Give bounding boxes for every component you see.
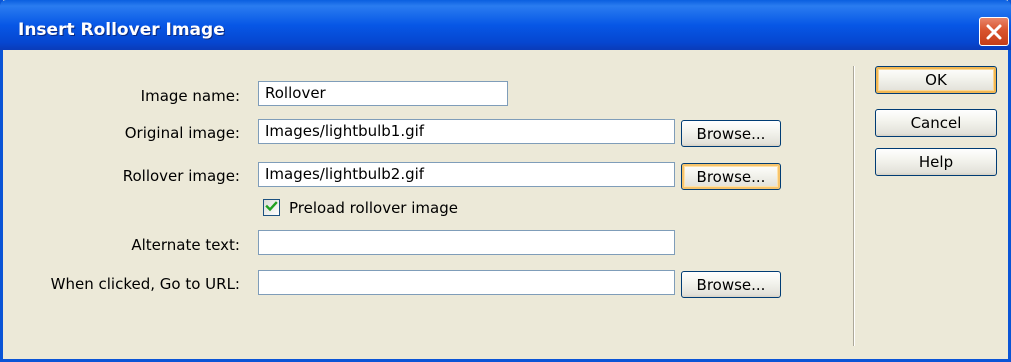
dialog-title: Insert Rollover Image <box>18 20 225 40</box>
alternate-text-label: Alternate text: <box>131 236 240 254</box>
checkmark-icon <box>265 199 278 217</box>
original-image-label: Original image: <box>124 124 240 142</box>
go-to-url-browse-button[interactable]: Browse... <box>681 271 781 298</box>
preload-checkbox[interactable] <box>263 199 280 216</box>
insert-rollover-image-dialog: Insert Rollover Image Image name: Rollov… <box>0 0 1011 362</box>
rollover-image-input[interactable]: Images/lightbulb2.gif <box>258 162 675 187</box>
image-name-input[interactable]: Rollover <box>258 81 508 106</box>
title-bar[interactable]: Insert Rollover Image <box>0 0 1011 50</box>
ok-button[interactable]: OK <box>875 66 997 94</box>
original-image-browse-button[interactable]: Browse... <box>681 120 781 147</box>
preload-checkbox-label[interactable]: Preload rollover image <box>289 199 458 217</box>
close-icon <box>985 23 1003 41</box>
alternate-text-input[interactable] <box>258 230 675 255</box>
go-to-url-label: When clicked, Go to URL: <box>50 275 240 293</box>
close-button[interactable] <box>979 17 1009 46</box>
rollover-image-browse-button[interactable]: Browse... <box>681 163 781 190</box>
original-image-input[interactable]: Images/lightbulb1.gif <box>258 119 675 144</box>
go-to-url-input[interactable] <box>258 270 675 295</box>
divider <box>853 66 855 346</box>
help-button[interactable]: Help <box>875 148 997 176</box>
cancel-button[interactable]: Cancel <box>875 109 997 137</box>
image-name-label: Image name: <box>140 87 240 105</box>
rollover-image-label: Rollover image: <box>122 167 240 185</box>
